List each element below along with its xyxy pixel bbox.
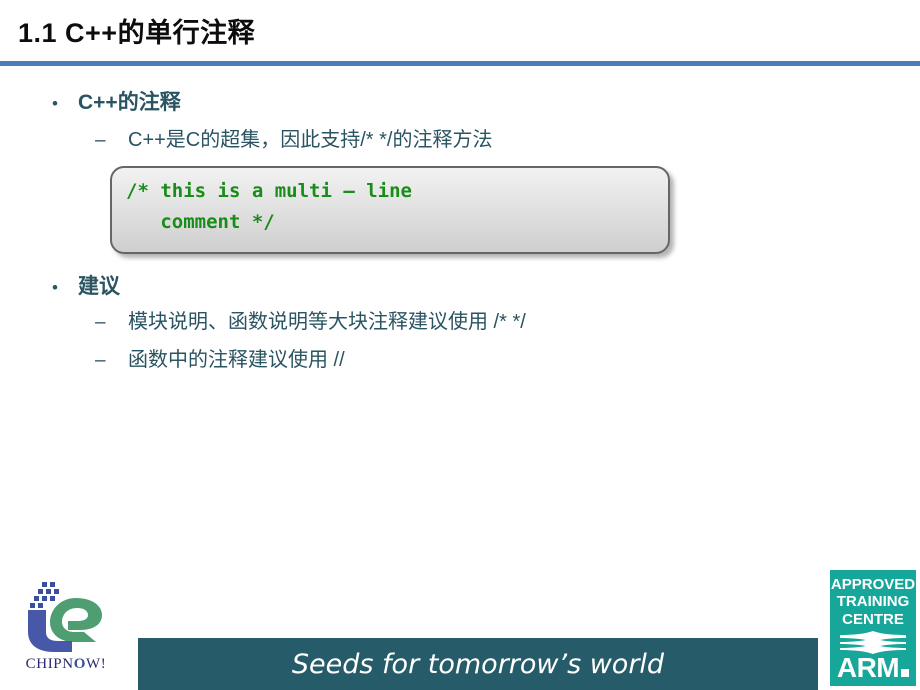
bullet-level2-label: 函数中的注释建议使用 // xyxy=(128,349,345,371)
dash-marker-icon: – xyxy=(95,130,106,151)
chipnow-logo: CHIPNOW! xyxy=(12,580,120,684)
bullet-level2-inline-comment: – 函数中的注释建议使用 // xyxy=(95,343,345,372)
footer-tagline: Seeds for tomorrow’s world xyxy=(291,648,665,680)
bullet-level1-comments: • C++的注释 xyxy=(40,86,181,116)
arm-badge-line-centre: CENTRE xyxy=(842,610,904,628)
chipnow-wordmark: CHIPNOW! xyxy=(12,656,120,673)
bullet-level2-superset: – C++是C的超集，因此支持/* */的注释方法 xyxy=(95,123,492,152)
arm-training-centre-badge: APPROVED TRAINING CENTRE ARM xyxy=(830,570,916,686)
chipnow-mark-icon xyxy=(28,582,102,652)
bullet-marker-icon: • xyxy=(52,278,58,297)
arm-badge-lines: APPROVED TRAINING CENTRE xyxy=(830,576,916,628)
chipnow-wordmark-o: O xyxy=(73,656,86,672)
arm-brand-wordmark: ARM xyxy=(830,654,916,682)
arm-brand-text: ARM xyxy=(836,652,900,683)
footer-banner: Seeds for tomorrow’s world xyxy=(138,638,818,690)
bullet-level1-advice: • 建议 xyxy=(40,270,120,300)
chipnow-wordmark-part1: CHIPN xyxy=(25,656,74,672)
bullet-level2-label: 模块说明、函数说明等大块注释建议使用 /* */ xyxy=(128,311,526,333)
bullet-marker-icon: • xyxy=(52,94,58,113)
chipnow-wordmark-part2: W! xyxy=(85,656,107,672)
arm-badge-line-approved: APPROVED xyxy=(830,576,916,593)
code-sample-text: /* this is a multi – line comment */ xyxy=(126,180,412,233)
open-book-icon xyxy=(840,631,906,654)
arm-badge-line-training: TRAINING xyxy=(836,593,910,611)
dash-marker-icon: – xyxy=(95,350,106,371)
slide: 1.1 C++的单行注释 • C++的注释 – C++是C的超集，因此支持/* … xyxy=(0,0,920,690)
page-title: 1.1 C++的单行注释 xyxy=(18,18,256,48)
dash-marker-icon: – xyxy=(95,312,106,333)
code-sample-box: /* this is a multi – line comment */ xyxy=(110,166,670,254)
title-divider xyxy=(0,61,920,66)
bullet-level1-label: C++的注释 xyxy=(78,91,181,114)
arm-brand-dot-icon xyxy=(901,669,910,677)
bullet-level2-block-comment: – 模块说明、函数说明等大块注释建议使用 /* */ xyxy=(95,305,526,334)
bullet-level1-label: 建议 xyxy=(78,275,120,298)
bullet-level2-label: C++是C的超集，因此支持/* */的注释方法 xyxy=(128,129,493,151)
